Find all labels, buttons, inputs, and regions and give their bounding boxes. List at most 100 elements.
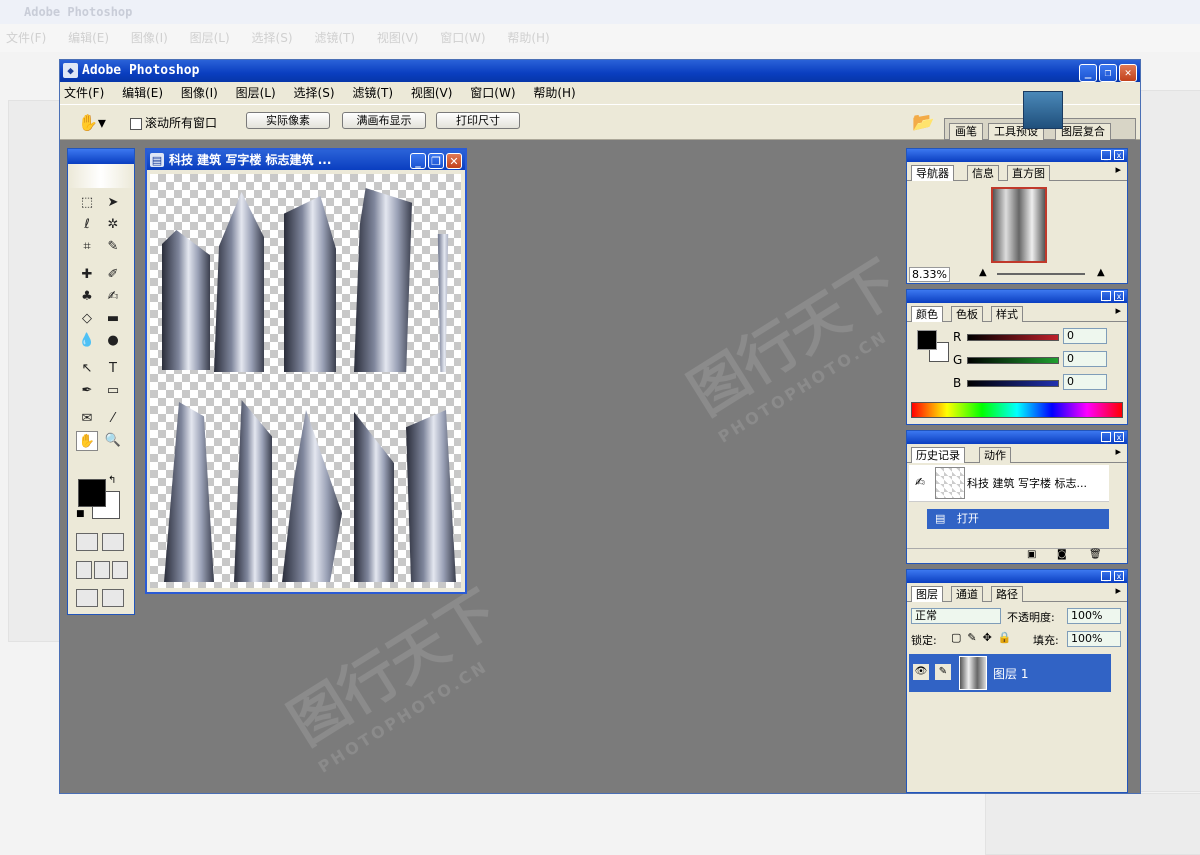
palette-menu-arrow-icon[interactable]: ▸ — [1111, 583, 1125, 598]
palette-header[interactable]: _ x — [907, 431, 1127, 444]
palette-close-icon[interactable]: x — [1114, 291, 1124, 301]
shape-tool-icon[interactable]: ▭ — [102, 381, 124, 401]
palette-minimize-icon[interactable]: _ — [1101, 571, 1111, 581]
close-button[interactable]: ✕ — [1119, 64, 1137, 82]
blur-tool-icon[interactable]: 💧 — [76, 331, 98, 351]
tab-histogram[interactable]: 直方图 — [1007, 165, 1050, 181]
lasso-tool-icon[interactable]: ℓ — [76, 215, 98, 235]
color-fg-swatch[interactable] — [917, 330, 937, 350]
pen-tool-icon[interactable]: ✒ — [76, 381, 98, 401]
doc-close-button[interactable]: ✕ — [446, 153, 462, 169]
document-titlebar[interactable]: ▤ 科技 建筑 写字楼 标志建筑 ... _ ❐ ✕ — [147, 150, 465, 170]
crop-tool-icon[interactable]: ⌗ — [76, 237, 98, 257]
menu-layer[interactable]: 图层(L) — [236, 86, 276, 100]
swap-colors-icon[interactable]: ↰ — [108, 475, 116, 486]
hand-tool-preset-icon[interactable]: ✋▾ — [78, 113, 106, 132]
jump-to-imageready-icon[interactable] — [76, 589, 98, 607]
tab-color[interactable]: 颜色 — [911, 306, 943, 322]
document-canvas[interactable] — [150, 174, 461, 588]
palette-minimize-icon[interactable]: _ — [1101, 432, 1111, 442]
fit-screen-button[interactable]: 满画布显示 — [342, 112, 426, 129]
screen-mode-full-icon[interactable] — [112, 561, 128, 579]
channel-g-slider[interactable] — [967, 357, 1059, 364]
minimize-button[interactable]: _ — [1079, 64, 1097, 82]
edit-in-imageready-icon[interactable] — [102, 589, 124, 607]
zoom-tool-icon[interactable]: 🔍 — [102, 431, 124, 451]
zoom-in-icon[interactable]: ▲ — [1097, 267, 1105, 278]
well-tab-layer-comps[interactable]: 图层复合 — [1055, 123, 1111, 140]
navigator-zoom-slider[interactable] — [997, 273, 1085, 275]
type-tool-icon[interactable]: T — [102, 359, 124, 379]
palette-menu-arrow-icon[interactable]: ▸ — [1111, 303, 1125, 318]
marquee-tool-icon[interactable]: ⬚ — [76, 193, 98, 213]
color-spectrum-bar[interactable] — [911, 402, 1123, 418]
tab-navigator[interactable]: 导航器 — [911, 165, 954, 181]
maximize-button[interactable]: ❐ — [1099, 64, 1117, 82]
menu-select[interactable]: 选择(S) — [294, 86, 335, 100]
blend-mode-select[interactable]: 正常 — [911, 608, 1001, 624]
actual-pixels-button[interactable]: 实际像素 — [246, 112, 330, 129]
palette-header[interactable]: _ x — [907, 570, 1127, 583]
channel-r-slider[interactable] — [967, 334, 1059, 341]
palette-minimize-icon[interactable]: _ — [1101, 150, 1111, 160]
tab-styles[interactable]: 样式 — [991, 306, 1023, 322]
history-brush-icon[interactable]: ✍ — [102, 287, 124, 307]
dodge-tool-icon[interactable]: ● — [102, 331, 124, 351]
palette-close-icon[interactable]: x — [1114, 432, 1124, 442]
tab-paths[interactable]: 路径 — [991, 586, 1023, 602]
channel-r-value[interactable]: 0 — [1063, 328, 1107, 344]
channel-b-value[interactable]: 0 — [1063, 374, 1107, 390]
menu-help[interactable]: 帮助(H) — [533, 86, 575, 100]
slice-tool-icon[interactable]: ✎ — [102, 237, 124, 257]
doc-maximize-button[interactable]: ❐ — [428, 153, 444, 169]
palette-menu-arrow-icon[interactable]: ▸ — [1111, 444, 1125, 459]
quick-mask-icon[interactable] — [102, 533, 124, 551]
tab-history[interactable]: 历史记录 — [911, 447, 965, 463]
print-size-button[interactable]: 打印尺寸 — [436, 112, 520, 129]
trash-icon[interactable]: 🗑 — [1089, 549, 1102, 560]
tab-actions[interactable]: 动作 — [979, 447, 1011, 463]
doc-minimize-button[interactable]: _ — [410, 153, 426, 169]
healing-brush-icon[interactable]: ✚ — [76, 265, 98, 285]
move-tool-icon[interactable]: ➤ — [102, 193, 124, 213]
tab-layers[interactable]: 图层 — [911, 586, 943, 602]
palette-minimize-icon[interactable]: _ — [1101, 291, 1111, 301]
adobe-feather-icon[interactable] — [1023, 91, 1063, 129]
default-colors-icon[interactable]: ■ — [76, 509, 85, 519]
eraser-tool-icon[interactable]: ◇ — [76, 309, 98, 329]
toolbox-feather-icon[interactable] — [68, 164, 134, 188]
layer-visibility-icon[interactable]: 👁 — [913, 664, 929, 680]
snapshot-icon[interactable]: ◙ — [1057, 549, 1067, 560]
screen-mode-full-menu-icon[interactable] — [94, 561, 110, 579]
standard-mode-icon[interactable] — [76, 533, 98, 551]
fill-value[interactable]: 100% — [1067, 631, 1121, 647]
zoom-out-icon[interactable]: ▲ — [979, 267, 987, 278]
screen-mode-standard-icon[interactable] — [76, 561, 92, 579]
opacity-value[interactable]: 100% — [1067, 608, 1121, 624]
history-step[interactable]: ▤ 打开 — [927, 509, 1109, 529]
palette-header[interactable]: _ x — [907, 149, 1127, 162]
scroll-all-windows-checkbox[interactable]: 滚动所有窗口 — [130, 114, 217, 131]
brush-tool-icon[interactable]: ✐ — [102, 265, 124, 285]
gradient-tool-icon[interactable]: ▬ — [102, 309, 124, 329]
palette-menu-arrow-icon[interactable]: ▸ — [1111, 162, 1125, 177]
palette-header[interactable]: _ x — [907, 290, 1127, 303]
history-brush-source-icon[interactable]: ✍ — [915, 475, 925, 489]
notes-tool-icon[interactable]: ✉ — [76, 409, 98, 429]
checkbox-box[interactable] — [130, 117, 142, 130]
layer-row[interactable]: 👁 ✎ 图层 1 — [909, 654, 1111, 692]
navigator-thumbnail[interactable] — [991, 187, 1047, 263]
palette-close-icon[interactable]: x — [1114, 571, 1124, 581]
tab-swatches[interactable]: 色板 — [951, 306, 983, 322]
menu-window[interactable]: 窗口(W) — [470, 86, 515, 100]
eyedropper-tool-icon[interactable]: ⁄ — [102, 409, 124, 429]
tab-info[interactable]: 信息 — [967, 165, 999, 181]
magic-wand-tool-icon[interactable]: ✲ — [102, 215, 124, 235]
clone-stamp-icon[interactable]: ♣ — [76, 287, 98, 307]
palette-close-icon[interactable]: x — [1114, 150, 1124, 160]
menu-view[interactable]: 视图(V) — [411, 86, 453, 100]
navigator-zoom-field[interactable]: 8.33% — [909, 267, 950, 282]
channel-b-slider[interactable] — [967, 380, 1059, 387]
menu-edit[interactable]: 编辑(E) — [122, 86, 163, 100]
hand-tool-icon[interactable]: ✋ — [76, 431, 98, 451]
